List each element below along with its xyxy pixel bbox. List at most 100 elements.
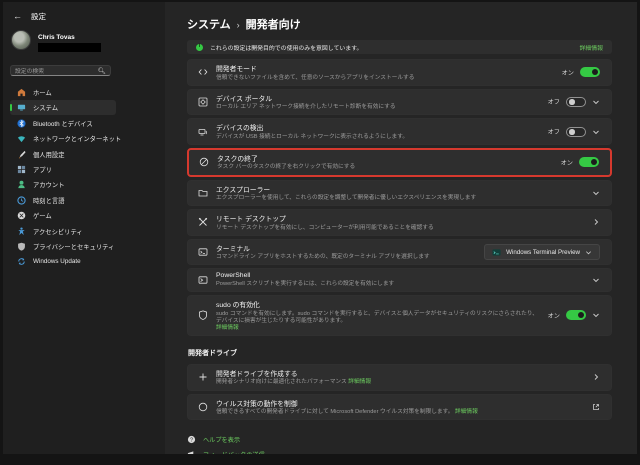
row-title: エクスプローラー [216,184,586,194]
toggle-state-label: オフ [548,127,560,136]
remote-desktop-icon [197,217,208,227]
sidebar: ← 設定 Chris Tovas 設定の検索 🔍︎ ホーム システム [3,2,165,454]
row-device-portal[interactable]: デバイス ポータル ローカル エリア ネットワーク接続を介したリモート診断を有効… [187,89,612,116]
sidebar-item-accessibility[interactable]: アクセシビリティ [10,224,116,239]
row-description: リモート デスクトップを有効にし、コンピューターが利用可能であることを確認する [216,225,586,232]
sidebar-item-time-language[interactable]: 時刻と言語 [10,193,116,208]
device-discovery-icon [197,127,208,137]
sudo-learn-more-link[interactable]: 詳細情報 [216,325,542,332]
redacted-email [38,43,101,52]
row-description: 信頼できるすべての開発者ドライブに対して Microsoft Defender … [216,409,586,416]
row-description: エクスプローラーを使用して、これらの設定を調整して開発者に優しいエクスペリエンス… [216,195,586,202]
row-remote-desktop[interactable]: リモート デスクトップ リモート デスクトップを有効にし、コンピューターが利用可… [187,209,612,236]
row-title: タスクの終了 [217,153,555,163]
row-title: 開発者モード [216,63,556,73]
sidebar-item-label: 時刻と言語 [33,196,64,205]
row-antivirus-control[interactable]: ウイルス対策の動作を制御 信頼できるすべての開発者ドライブに対して Micros… [187,394,612,421]
device-discovery-toggle[interactable] [566,127,586,137]
chevron-down-icon[interactable] [592,128,600,136]
gaming-icon [17,211,26,220]
chevron-right-icon[interactable] [592,373,600,381]
sudo-toggle[interactable] [566,310,586,320]
row-title: ウイルス対策の動作を制御 [216,398,586,408]
chevron-down-icon[interactable] [592,311,600,319]
footer: ? ヘルプを表示 フィードバックの送信 [187,432,612,454]
row-title: リモート デスクトップ [216,213,586,223]
sidebar-item-home[interactable]: ホーム [10,85,116,100]
row-end-task: タスクの終了 タスク バーのタスクの終了を右クリックで有効にする オン [187,148,612,177]
chevron-down-icon[interactable] [592,276,600,284]
row-enable-sudo: sudo の有効化 sudo コマンドを有効にします。sudo コマンドを実行す… [187,295,612,336]
give-feedback-link[interactable]: フィードバックの送信 [187,447,612,454]
sidebar-item-gaming[interactable]: ゲーム [10,208,116,223]
external-link-icon[interactable] [592,403,600,411]
search-input[interactable]: 設定の検索 🔍︎ [10,65,111,76]
chevron-down-icon[interactable] [592,98,600,106]
end-task-toggle[interactable] [579,157,599,167]
row-title: 開発者ドライブを作成する [216,368,586,378]
back-button[interactable]: ← [13,12,22,21]
window-title: 設定 [31,11,46,22]
privacy-icon [17,242,26,251]
titlebar: ← 設定 [10,8,165,22]
row-description: コマンドライン アプリをホストするための、既定のターミナル アプリを選択します [216,254,478,261]
accounts-icon [17,180,26,189]
developer-mode-toggle[interactable] [580,67,600,77]
developer-mode-icon [197,67,208,77]
breadcrumb: システム › 開発者向け [187,16,637,32]
info-icon: i [196,44,203,51]
chevron-down-icon[interactable] [592,189,600,197]
footer-label: フィードバックの送信 [203,450,265,454]
sidebar-item-label: アクセシビリティ [33,227,83,236]
sidebar-nav: ホーム システム Bluetooth とデバイス ネットワークとインターネット … [10,85,165,269]
row-device-discovery[interactable]: デバイスの検出 デバイスが USB 接続とローカル ネットワークに表示されるよう… [187,118,612,145]
sidebar-item-label: Windows Update [33,258,81,265]
toggle-state-label: オン [562,68,574,77]
dev-settings-banner: i これらの設定は開発目的での使用のみを意図しています。 詳細情報 [187,40,612,54]
row-description: タスク バーのタスクの終了を右クリックで有効にする [217,164,555,171]
row-terminal: ターミナル コマンドライン アプリをホストするための、既定のターミナル アプリを… [187,239,612,266]
device-portal-toggle[interactable] [566,97,586,107]
breadcrumb-separator: › [237,19,240,30]
terminal-dropdown-value: Windows Terminal Preview [506,249,580,256]
feedback-icon [187,450,196,454]
sidebar-item-bluetooth[interactable]: Bluetooth とデバイス [10,116,116,131]
row-description: sudo コマンドを有効にします。sudo コマンドを実行すると、デバイスと個人… [216,311,542,332]
sidebar-item-apps[interactable]: アプリ [10,162,116,177]
sidebar-item-network[interactable]: ネットワークとインターネット [10,131,116,146]
banner-learn-more-link[interactable]: 詳細情報 [579,43,603,52]
row-description: ローカル エリア ネットワーク接続を介したリモート診断を有効にする [216,104,542,111]
sidebar-item-label: プライバシーとセキュリティ [33,242,114,251]
sidebar-item-windows-update[interactable]: Windows Update [10,254,116,269]
personalization-icon [17,150,26,159]
breadcrumb-system[interactable]: システム [187,16,231,32]
sidebar-item-personalization[interactable]: 個人用設定 [10,147,116,162]
user-profile[interactable]: Chris Tovas [10,30,165,52]
get-help-link[interactable]: ? ヘルプを表示 [187,432,612,447]
row-title: デバイスの検出 [216,122,542,132]
dev-drive-learn-more-link[interactable]: 詳細情報 [348,379,371,385]
chevron-down-icon [585,249,592,256]
sidebar-item-privacy[interactable]: プライバシーとセキュリティ [10,239,116,254]
sidebar-item-label: ホーム [33,88,52,97]
antivirus-learn-more-link[interactable]: 詳細情報 [455,409,478,415]
sidebar-item-accounts[interactable]: アカウント [10,177,116,192]
footer-label: ヘルプを表示 [203,435,240,444]
row-file-explorer[interactable]: エクスプローラー エクスプローラーを使用して、これらの設定を調整して開発者に優し… [187,180,612,207]
row-title: sudo の有効化 [216,299,542,309]
toggle-state-label: オフ [548,97,560,106]
row-description: 開発者シナリオ向けに最適化されたパフォーマンス 詳細情報 [216,379,586,386]
sidebar-item-label: 個人用設定 [33,150,64,159]
terminal-icon [197,247,208,257]
system-icon [17,103,26,112]
svg-text:?: ? [190,438,193,444]
sidebar-item-label: アカウント [33,180,64,189]
terminal-dropdown[interactable]: Windows Terminal Preview [484,244,600,260]
row-powershell[interactable]: PowerShell PowerShell スクリプトを実行するには、これらの設… [187,268,612,292]
row-create-dev-drive[interactable]: 開発者ドライブを作成する 開発者シナリオ向けに最適化されたパフォーマンス 詳細情… [187,364,612,391]
bluetooth-icon [17,119,26,128]
row-title: PowerShell [216,272,586,279]
chevron-right-icon[interactable] [592,218,600,226]
help-icon: ? [187,435,196,444]
sidebar-item-system[interactable]: システム [10,100,116,115]
